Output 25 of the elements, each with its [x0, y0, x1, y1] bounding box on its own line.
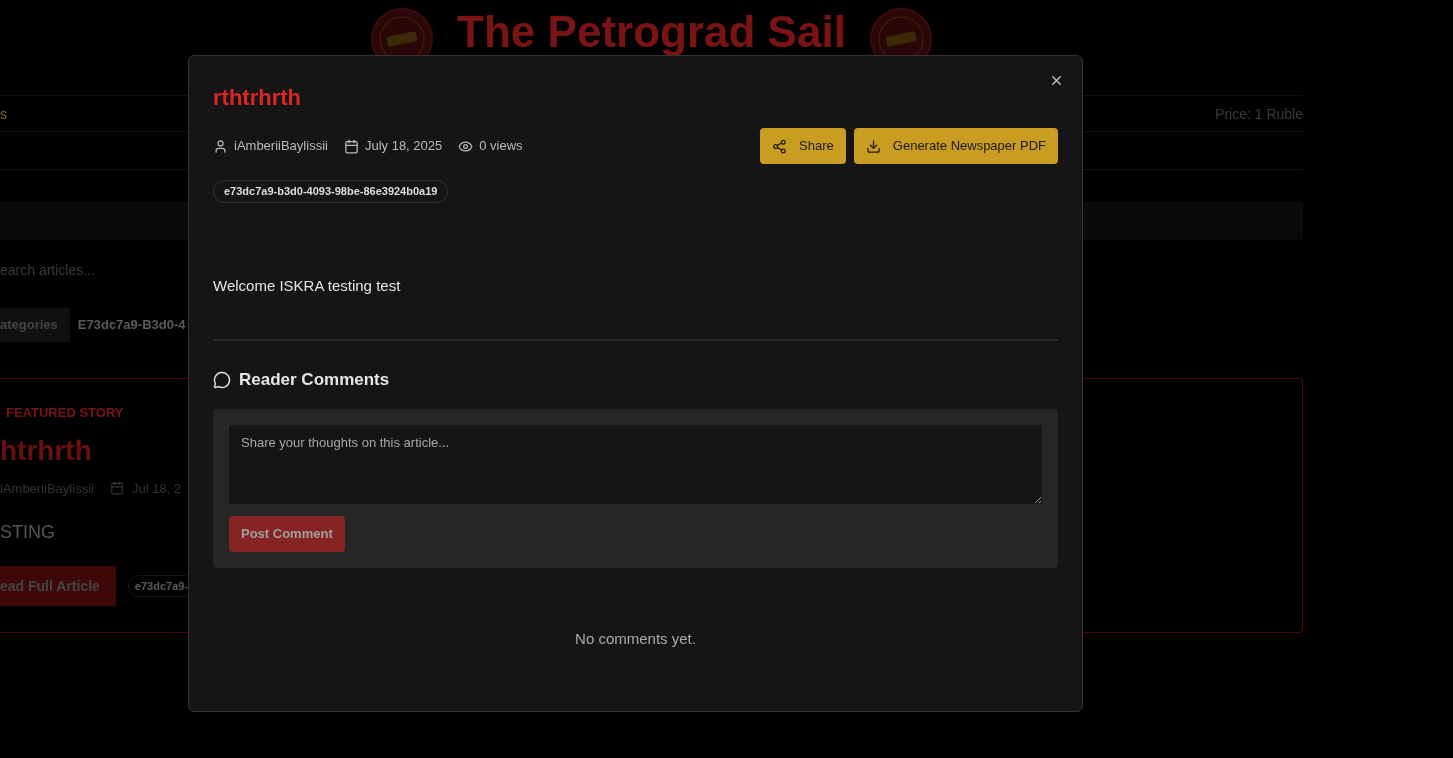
comment-input-field[interactable]: Share your thoughts on this article...: [229, 424, 1042, 504]
masthead-title: The Petrograd Sail: [457, 8, 846, 56]
speech-bubble-icon: [213, 370, 231, 389]
article-title: rthtrhrth: [213, 84, 302, 112]
featured-label: FEATURED STORY: [5, 404, 124, 422]
calendar-icon: [109, 481, 124, 496]
person-icon: [213, 138, 228, 154]
article-body: Welcome ISKRA testing test: [213, 275, 402, 296]
eye-icon: [458, 138, 474, 154]
share-icon: [772, 138, 788, 154]
generate-pdf-button[interactable]: Generate Newspaper PDF: [853, 128, 1058, 164]
price-text: Price: 1 Ruble: [1215, 104, 1303, 124]
featured-title: htrhrth: [0, 434, 92, 467]
category-tab[interactable]: E73dc7a9-B3d0-4: [77, 308, 186, 342]
download-icon: [865, 138, 881, 154]
info-text: s: [0, 104, 7, 124]
close-icon[interactable]: [1049, 73, 1064, 88]
date-text: July 18, 2025: [364, 137, 443, 156]
views-text: 0 views: [479, 137, 523, 156]
featured-excerpt: STING: [0, 521, 55, 544]
comments-heading: Reader Comments: [239, 369, 390, 391]
calendar-icon: [343, 138, 359, 154]
share-button[interactable]: Share: [760, 128, 846, 164]
author-text: iAmberiiBaylissii: [234, 137, 328, 156]
empty-comments-text: No comments yet.: [574, 628, 697, 649]
